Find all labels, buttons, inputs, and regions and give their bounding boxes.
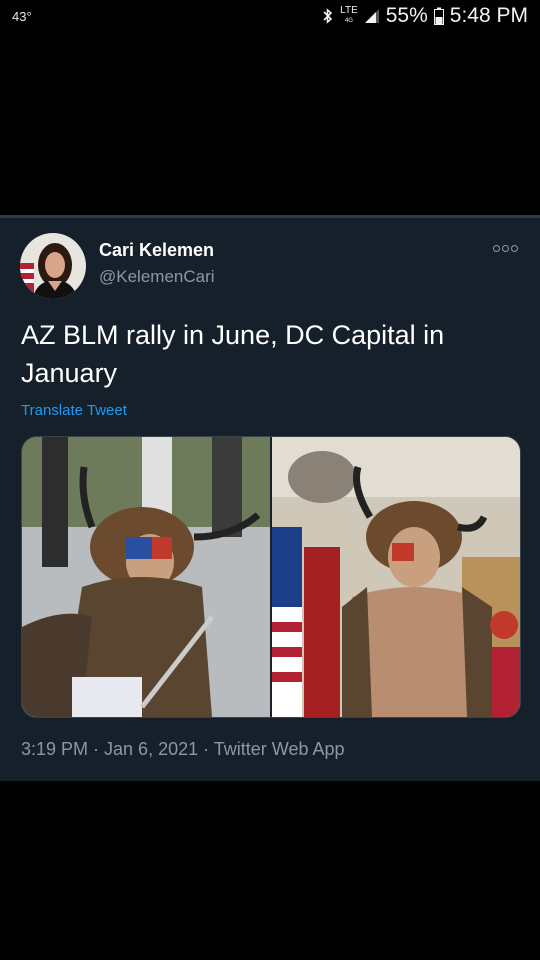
network-type: LTE 4G xyxy=(340,6,358,26)
capitol-photo[interactable] xyxy=(272,437,520,717)
network-label: LTE xyxy=(340,5,358,16)
tweet-meta: 3:19 PM · Jan 6, 2021 · Twitter Web App xyxy=(21,739,345,759)
display-name[interactable]: Cari Kelemen xyxy=(99,240,214,261)
rally-photo[interactable] xyxy=(22,437,270,717)
battery-icon xyxy=(433,7,444,25)
network-sub-label: 4G xyxy=(344,18,353,24)
signal-icon xyxy=(364,8,380,24)
status-bar: 43° LTE 4G 55% 5:48 PM xyxy=(0,0,540,36)
battery-percent: 55% xyxy=(385,4,428,27)
translate-tweet-link[interactable]: Translate Tweet xyxy=(21,402,127,419)
user-handle[interactable]: @KelemenCari xyxy=(99,267,215,287)
tweet-text: AZ BLM rally in June, DC Capital in Janu… xyxy=(21,320,445,388)
clock: 5:48 PM xyxy=(449,4,528,27)
temperature-indicator: 43° xyxy=(12,9,32,24)
status-icons: LTE 4G 55% 5:48 PM xyxy=(322,4,528,28)
more-options-icon[interactable] xyxy=(493,245,518,252)
avatar[interactable] xyxy=(20,233,86,299)
tweet-media[interactable] xyxy=(21,436,521,718)
tweet-card[interactable]: Cari Kelemen @KelemenCari AZ BLM rally i… xyxy=(0,218,540,781)
bluetooth-icon xyxy=(322,7,334,25)
